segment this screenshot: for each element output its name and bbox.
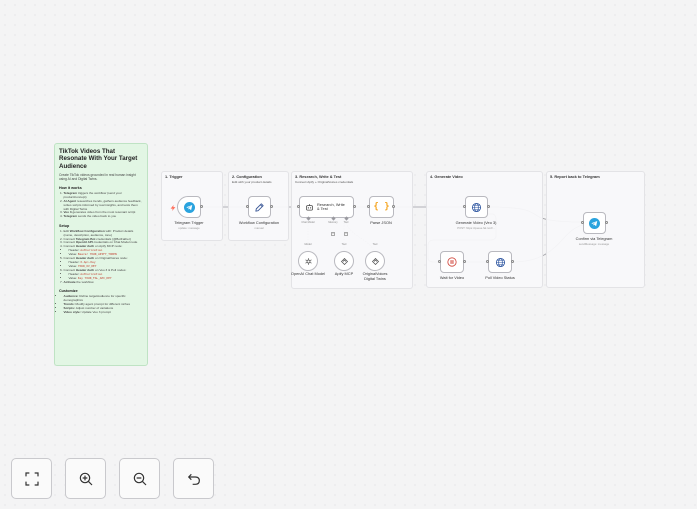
poll-video-label: Poll Video Status bbox=[485, 275, 515, 280]
add-tool-button[interactable]: + bbox=[344, 232, 348, 236]
undo-icon bbox=[187, 473, 200, 485]
workflow-config-node[interactable] bbox=[248, 196, 271, 218]
mcp-icon bbox=[340, 257, 349, 266]
generate-video-sublabel: POST: https://queue.fal.run/f... bbox=[457, 226, 495, 230]
generate-video-output[interactable] bbox=[487, 205, 490, 208]
agent-label: Research, Write & Test bbox=[317, 201, 345, 211]
how-heading: How it works bbox=[59, 186, 82, 191]
customize-item-bold: Video style: bbox=[63, 309, 81, 314]
zoom-in-button[interactable] bbox=[65, 458, 106, 499]
workflow-config-input[interactable] bbox=[246, 205, 249, 208]
telegram-icon bbox=[589, 217, 600, 229]
wait-video-label: Wait for Video bbox=[439, 275, 465, 280]
globe-icon bbox=[471, 202, 482, 213]
how-step: Telegram sends the video back to you bbox=[63, 214, 144, 219]
tool-connection-label: Tool bbox=[341, 243, 347, 246]
poll-video-node[interactable] bbox=[488, 251, 512, 273]
agent-input[interactable] bbox=[297, 205, 300, 208]
telegram-trigger-sublabel: update: message bbox=[178, 226, 200, 230]
braces-icon: { } bbox=[373, 202, 390, 212]
group-report-title: 5. Report back to Telegram bbox=[550, 174, 600, 179]
how-step-bold: Telegram bbox=[63, 214, 78, 219]
confirm-telegram-sublabel: sendMessage: message bbox=[578, 242, 610, 246]
group-trigger-title: 1. Trigger bbox=[165, 174, 183, 179]
group-research-title: 3. Research, Write & Test bbox=[295, 174, 342, 179]
parse-json-input[interactable] bbox=[367, 205, 370, 208]
workflow-config-label: Workflow Configuration bbox=[238, 220, 280, 225]
setup-steps: Edit Workflow Configuration with: Produc… bbox=[59, 229, 144, 285]
fit-view-button[interactable] bbox=[11, 458, 52, 499]
apify-mcp-node[interactable] bbox=[334, 251, 354, 271]
openai-model-node[interactable] bbox=[298, 251, 318, 271]
port-chat-model-label: Chat Model bbox=[301, 221, 315, 224]
setup-heading: Setup bbox=[59, 224, 70, 229]
workflow-config-output[interactable] bbox=[270, 205, 273, 208]
sticky-note[interactable]: TikTok Videos That Resonate With Your Ta… bbox=[54, 143, 148, 366]
sticky-description: Create TikTok videos grounded in real hu… bbox=[59, 173, 136, 182]
zoom-out-button[interactable] bbox=[119, 458, 160, 499]
parse-json-output[interactable] bbox=[392, 205, 395, 208]
confirm-telegram-node[interactable] bbox=[583, 212, 606, 234]
port-memory-label: Memory bbox=[328, 221, 338, 224]
port-tool-label: Tool bbox=[343, 221, 349, 224]
telegram-trigger-node[interactable] bbox=[177, 196, 201, 218]
how-step-text: sends the video back to you bbox=[77, 214, 117, 219]
group-config-title: 2. Configuration bbox=[232, 174, 262, 179]
originalvoices-node[interactable] bbox=[365, 251, 385, 271]
wait-video-node[interactable] bbox=[440, 251, 464, 273]
zoom-out-icon bbox=[133, 472, 146, 485]
setup-step-text: the workflow bbox=[75, 279, 94, 284]
sticky-title: TikTok Videos That Resonate With Your Ta… bbox=[59, 148, 138, 170]
confirm-telegram-output[interactable] bbox=[605, 221, 608, 224]
workflow-config-sublabel: manual bbox=[254, 226, 264, 230]
workflow-canvas[interactable]: TikTok Videos That Resonate With Your Ta… bbox=[0, 0, 697, 509]
parse-json-node[interactable]: { } bbox=[369, 196, 394, 218]
wait-video-output[interactable] bbox=[463, 260, 466, 263]
customize-heading: Customize bbox=[59, 289, 78, 294]
group-config-sub: Edit with your product details bbox=[232, 180, 272, 184]
setup-step-bold: Activate bbox=[63, 279, 76, 284]
setup-step-text: on OriginalVoices node: bbox=[94, 256, 128, 261]
agent-output[interactable] bbox=[353, 205, 356, 208]
tool2-connection-label: Tool bbox=[372, 243, 378, 246]
telegram-trigger-output[interactable] bbox=[200, 205, 203, 208]
parse-json-label: Parse JSON bbox=[370, 220, 392, 225]
apify-mcp-label: Apify MCP bbox=[334, 271, 354, 276]
agent-node[interactable]: Research, Write & Test bbox=[299, 196, 354, 218]
openai-model-label: OpenAI Chat Model bbox=[290, 271, 326, 276]
mcp-icon bbox=[371, 257, 380, 266]
confirm-telegram-input[interactable] bbox=[581, 221, 584, 224]
telegram-icon bbox=[183, 201, 195, 213]
generate-video-label: Generate Video (Veo 3) bbox=[455, 220, 497, 225]
globe-icon bbox=[495, 257, 506, 268]
customize-items: Audience: Refine targetAudience for spec… bbox=[59, 294, 144, 315]
telegram-trigger-label: Telegram Trigger bbox=[174, 220, 204, 225]
fit-view-icon bbox=[24, 471, 39, 486]
customize-item: Video style: Update Veo 3 prompt bbox=[63, 309, 144, 315]
wait-video-input[interactable] bbox=[438, 260, 441, 263]
generate-video-input[interactable] bbox=[463, 205, 466, 208]
group-research-sub: Connect Apify + OriginalVoices credentia… bbox=[295, 180, 354, 184]
group-video-title: 4. Generate Video bbox=[430, 174, 463, 179]
openai-icon bbox=[304, 257, 313, 266]
add-memory-button[interactable]: + bbox=[331, 232, 335, 236]
pencil-icon bbox=[254, 202, 265, 213]
undo-button[interactable] bbox=[173, 458, 214, 499]
robot-icon bbox=[305, 203, 314, 212]
originalvoices-label: OriginalVoices Digital Twins bbox=[362, 271, 388, 281]
pause-icon bbox=[447, 257, 457, 267]
how-step-text: researches trends, gathers audience feed… bbox=[63, 198, 142, 211]
how-steps: Telegram triggers the workflow (send you… bbox=[59, 191, 144, 219]
generate-video-node[interactable] bbox=[465, 196, 488, 218]
model-connection-label: Model bbox=[304, 243, 312, 246]
confirm-telegram-label: Confirm via Telegram bbox=[575, 236, 613, 241]
customize-item-text: Update Veo 3 prompt bbox=[80, 309, 111, 314]
poll-video-input[interactable] bbox=[486, 260, 489, 263]
poll-video-output[interactable] bbox=[511, 260, 514, 263]
zoom-in-icon bbox=[79, 472, 92, 485]
trigger-bolt-icon bbox=[170, 205, 176, 211]
setup-step: Activate the workflow bbox=[63, 279, 144, 285]
